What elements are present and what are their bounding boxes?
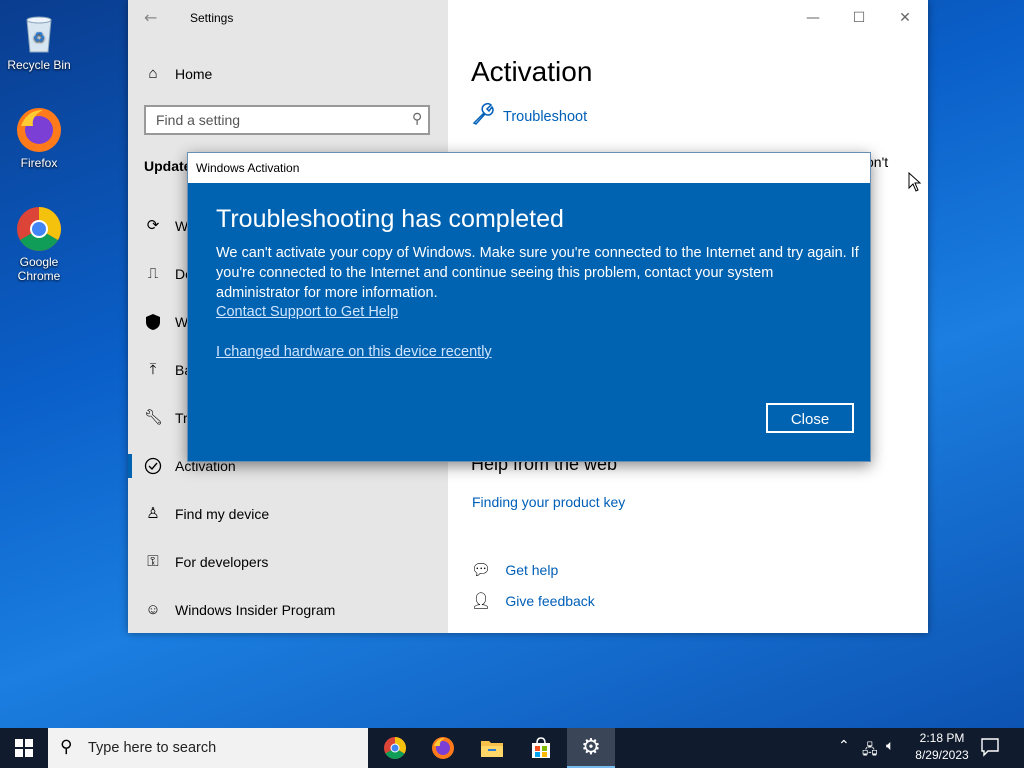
mouse-cursor-icon: [908, 171, 922, 196]
nav-item-label: Tr: [175, 410, 188, 426]
delivery-icon: ⎍: [147, 265, 159, 282]
contact-support-link[interactable]: Contact Support to Get Help: [216, 304, 398, 320]
show-hidden-icons-chevron-icon[interactable]: ⌃: [838, 738, 850, 754]
windows-logo-icon: [15, 739, 33, 757]
nav-item-label: Find my device: [175, 506, 270, 522]
nav-item-find-my-device[interactable]: ♙ Find my device: [144, 502, 269, 526]
nav-item-for-developers[interactable]: ⚿ For developers: [144, 550, 268, 574]
give-feedback-label: Give feedback: [505, 592, 595, 609]
product-key-link[interactable]: Finding your product key: [472, 494, 625, 510]
nav-item-windows-update[interactable]: ⟳ W: [144, 214, 189, 238]
recycle-bin-icon: ♻: [15, 8, 63, 56]
back-arrow-icon[interactable]: ←: [144, 8, 157, 27]
clock-date: 8/29/2023: [915, 748, 969, 762]
insider-icon: ☺: [145, 601, 161, 618]
desktop-icon-label: Recycle Bin: [7, 58, 71, 72]
firefox-icon: [432, 737, 454, 759]
search-input[interactable]: Find a setting ⚲: [144, 105, 430, 135]
taskbar-file-explorer[interactable]: [468, 728, 516, 768]
nav-item-backup[interactable]: ⤒ Ba: [144, 358, 192, 382]
wrench-icon: [471, 102, 495, 131]
section-label: Update: [144, 158, 192, 174]
person-pin-icon: ♙: [146, 505, 160, 522]
taskbar-store[interactable]: [517, 728, 565, 768]
shield-icon: [144, 313, 162, 331]
desktop-icon-google-chrome[interactable]: Google Chrome: [4, 205, 74, 283]
dialog-titlebar[interactable]: Windows Activation: [188, 153, 870, 183]
give-feedback-link[interactable]: 👤︎ Give feedback: [471, 591, 595, 610]
desktop-icon-firefox[interactable]: Firefox: [4, 106, 74, 170]
file-explorer-icon: [481, 741, 503, 757]
nav-home-label: Home: [175, 66, 213, 82]
volume-icon[interactable]: 🔈︎: [886, 738, 894, 754]
nav-item-troubleshoot[interactable]: 🔧︎ Tr: [144, 406, 188, 430]
store-icon: [532, 737, 550, 758]
dialog-heading: Troubleshooting has completed: [216, 205, 564, 233]
backup-icon: ⤒: [149, 361, 157, 378]
desktop-icon-recycle-bin[interactable]: ♻ Recycle Bin: [4, 8, 74, 72]
troubleshoot-label: Troubleshoot: [503, 108, 588, 125]
taskbar-clock[interactable]: 2:18 PM 8/29/2023: [910, 730, 974, 764]
clock-time: 2:18 PM: [919, 731, 965, 745]
taskbar-search-box[interactable]: ⚲ Type here to search: [48, 728, 368, 768]
taskbar-search-placeholder: Type here to search: [88, 740, 217, 756]
nav-home[interactable]: ⌂ Home: [144, 62, 212, 86]
dialog-title: Windows Activation: [196, 161, 300, 175]
maximize-button[interactable]: ☐: [836, 4, 882, 32]
search-icon: ⚲: [411, 111, 422, 127]
developer-icon: ⚿: [147, 553, 159, 570]
close-window-button[interactable]: ✕: [882, 4, 928, 32]
changed-hardware-link[interactable]: I changed hardware on this device recent…: [216, 344, 492, 360]
sync-icon: ⟳: [146, 217, 160, 234]
nav-item-label: For developers: [175, 554, 269, 570]
check-circle-icon: [144, 457, 162, 475]
window-title: Settings: [190, 11, 234, 25]
taskbar: ⚲ Type here to search ⚙ ⌃ 🖧︎ 🔈︎ 2:18 PM …: [0, 728, 1024, 768]
get-help-link[interactable]: 💬︎ Get help: [471, 560, 558, 579]
taskbar-settings[interactable]: ⚙: [567, 728, 615, 768]
wrench-icon: 🔧︎: [144, 409, 164, 426]
search-placeholder: Find a setting: [156, 112, 241, 128]
network-icon[interactable]: 🖧︎: [862, 739, 878, 763]
search-icon: ⚲: [60, 737, 73, 757]
firefox-icon: [15, 106, 63, 154]
taskbar-chrome[interactable]: [371, 728, 419, 768]
chat-help-icon: 💬︎: [471, 560, 492, 579]
close-button[interactable]: Close: [766, 403, 854, 433]
selected-indicator: [128, 454, 132, 478]
page-title: Activation: [471, 56, 593, 87]
dialog-message: We can't activate your copy of Windows. …: [216, 245, 859, 301]
notification-center-icon[interactable]: [980, 737, 1000, 761]
taskbar-firefox[interactable]: [419, 728, 467, 768]
chrome-icon: [15, 205, 63, 253]
minimize-button[interactable]: —: [790, 4, 836, 32]
desktop-icon-label: Firefox: [20, 156, 58, 170]
nav-item-security[interactable]: W: [144, 310, 188, 334]
desktop-icon-label: Google Chrome: [17, 255, 61, 283]
svg-text:♻: ♻: [33, 29, 46, 45]
home-icon: ⌂: [148, 65, 158, 82]
settings-gear-icon: ⚙: [581, 734, 601, 760]
chrome-icon: [384, 737, 406, 759]
nav-item-label: Windows Insider Program: [175, 602, 336, 618]
troubleshoot-link[interactable]: Troubleshoot: [471, 102, 587, 131]
activation-dialog: Windows Activation Troubleshooting has c…: [187, 152, 871, 462]
nav-item-delivery[interactable]: ⎍ De: [144, 262, 193, 286]
nav-item-windows-insider[interactable]: ☺ Windows Insider Program: [144, 598, 335, 622]
start-button[interactable]: [0, 728, 48, 768]
get-help-label: Get help: [505, 561, 559, 578]
feedback-person-icon: 👤︎: [471, 591, 492, 610]
